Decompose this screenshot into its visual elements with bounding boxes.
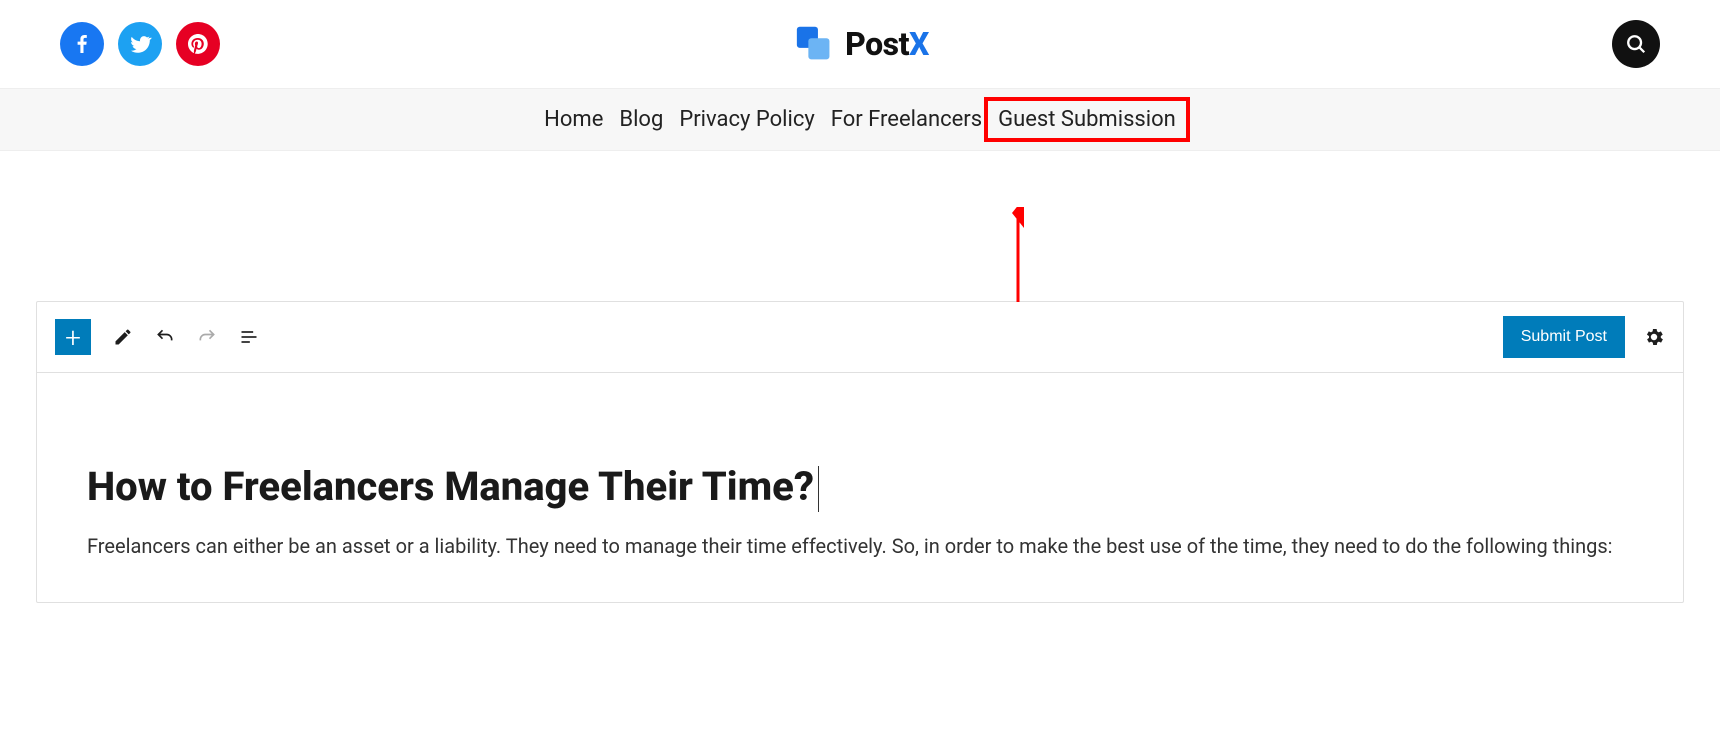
logo-icon	[791, 21, 837, 67]
nav-item-home[interactable]: Home	[536, 107, 611, 132]
add-block-button[interactable]: +	[55, 319, 91, 355]
settings-icon[interactable]	[1643, 326, 1665, 348]
facebook-icon[interactable]	[60, 22, 104, 66]
text-cursor	[818, 466, 819, 512]
outline-icon[interactable]	[239, 327, 259, 347]
redo-icon[interactable]	[197, 327, 217, 347]
post-editor: + Submit Post	[36, 301, 1684, 603]
twitter-icon[interactable]	[118, 22, 162, 66]
toolbar-right: Submit Post	[1503, 316, 1665, 358]
header: PostX	[0, 0, 1720, 88]
social-icons	[60, 22, 220, 66]
post-title[interactable]: How to Freelancers Manage Their Time?	[87, 463, 819, 512]
annotation-arrow	[1008, 207, 1028, 307]
nav-bar: Home Blog Privacy Policy For Freelancers…	[0, 88, 1720, 151]
editor-toolbar: + Submit Post	[37, 302, 1683, 373]
logo-text: PostX	[845, 25, 929, 63]
nav-item-freelancers[interactable]: For Freelancers	[823, 107, 990, 132]
nav-item-guest-submission[interactable]: Guest Submission	[998, 107, 1176, 132]
submit-post-button[interactable]: Submit Post	[1503, 316, 1625, 358]
editor-section: + Submit Post	[0, 301, 1720, 603]
brand-logo[interactable]: PostX	[791, 21, 929, 67]
nav-item-privacy[interactable]: Privacy Policy	[671, 107, 822, 132]
search-icon	[1625, 33, 1647, 55]
undo-icon[interactable]	[155, 327, 175, 347]
edit-icon[interactable]	[113, 327, 133, 347]
editor-content[interactable]: How to Freelancers Manage Their Time? Fr…	[37, 373, 1683, 602]
toolbar-left: +	[55, 319, 259, 355]
post-body[interactable]: Freelancers can either be an asset or a …	[87, 530, 1633, 562]
search-button[interactable]	[1612, 20, 1660, 68]
annotation-highlight: Guest Submission	[984, 97, 1190, 142]
nav-item-blog[interactable]: Blog	[611, 107, 671, 132]
pinterest-icon[interactable]	[176, 22, 220, 66]
